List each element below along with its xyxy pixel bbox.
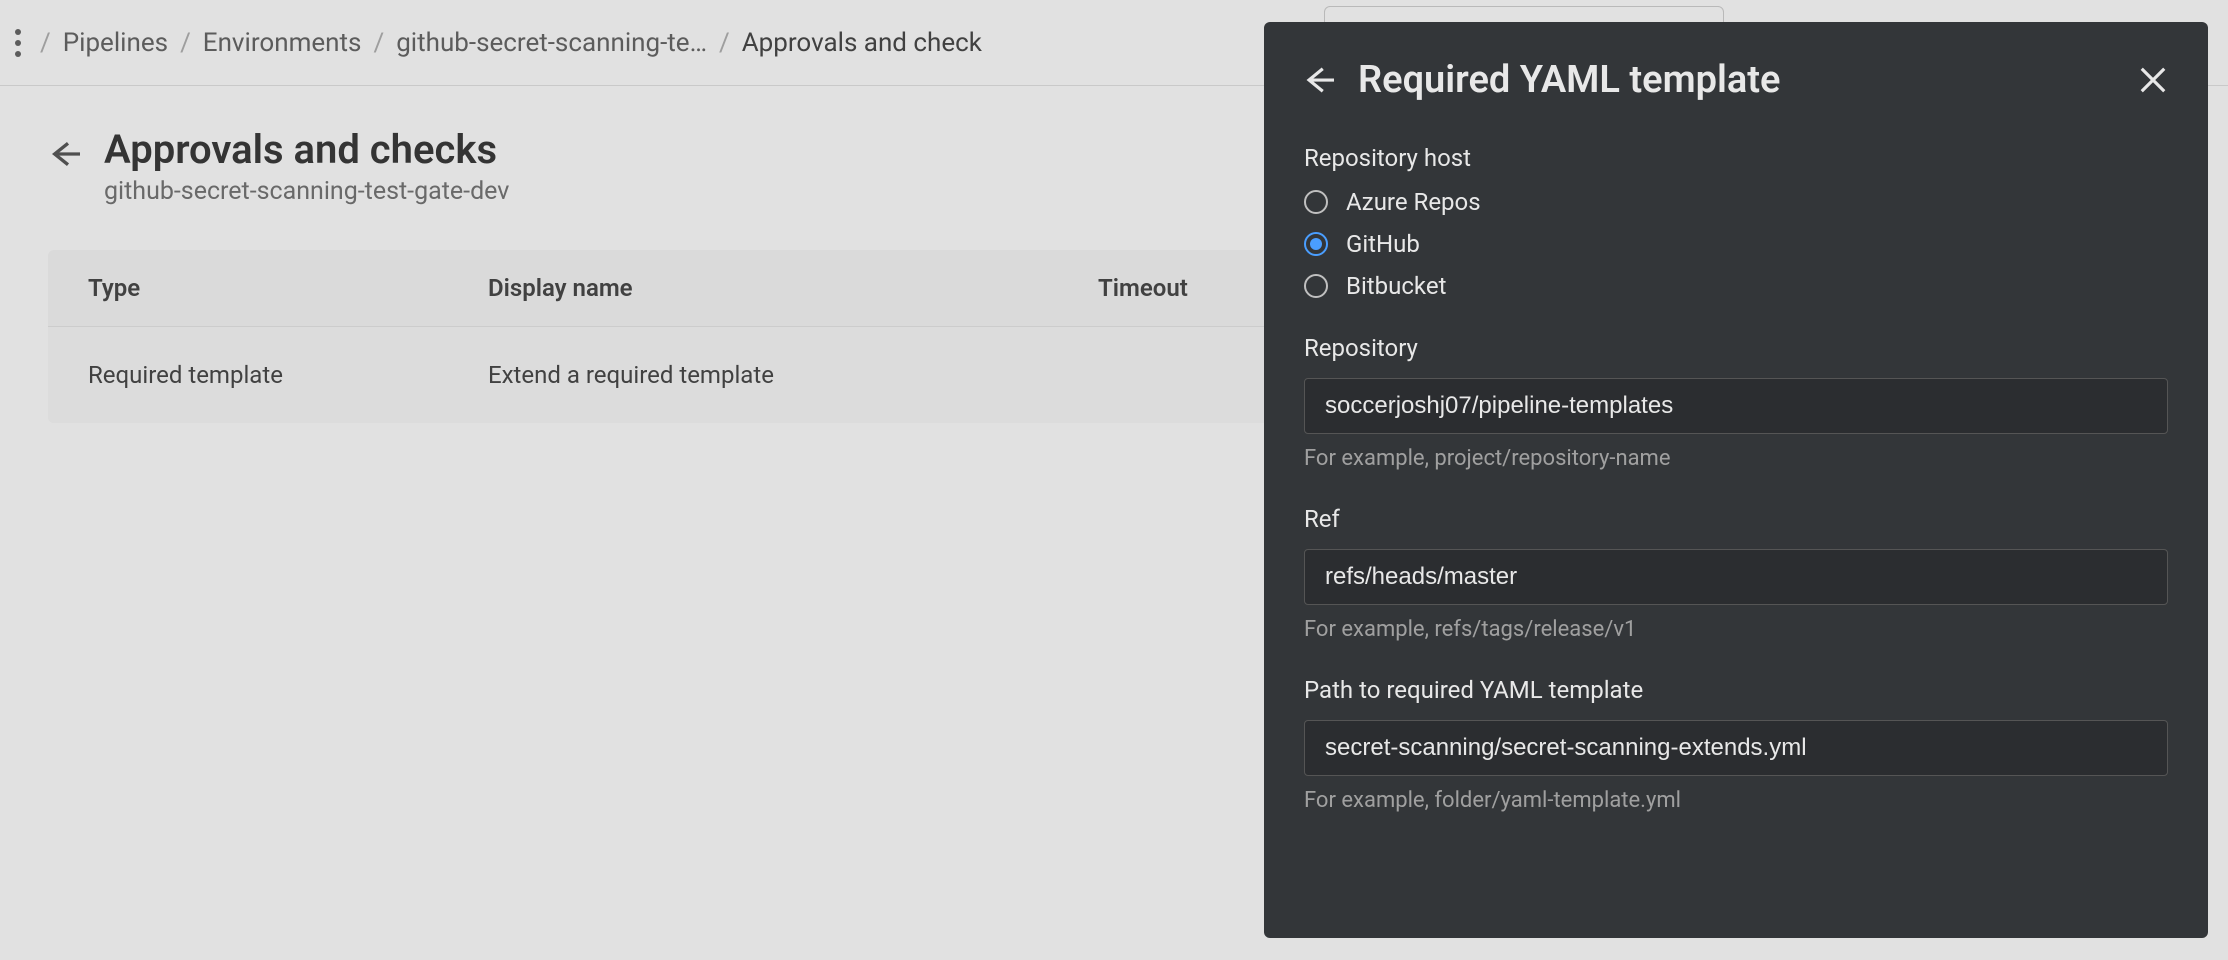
radio-bitbucket[interactable]: Bitbucket	[1304, 272, 2168, 300]
repository-host-label: Repository host	[1304, 144, 2168, 172]
table-header-timeout: Timeout	[1098, 274, 1188, 302]
breadcrumb-separator: /	[719, 28, 730, 58]
radio-circle-icon	[1304, 190, 1328, 214]
panel-header: Required YAML template	[1264, 22, 2208, 132]
radio-azure-repos[interactable]: Azure Repos	[1304, 188, 2168, 216]
back-arrow-icon[interactable]	[48, 138, 80, 170]
panel-back-icon[interactable]	[1304, 65, 1334, 95]
breadcrumb-environments[interactable]: Environments	[203, 28, 362, 58]
ref-label: Ref	[1304, 505, 2168, 533]
breadcrumb-environment-name[interactable]: github-secret-scanning-te…	[396, 28, 707, 58]
close-icon[interactable]	[2138, 65, 2168, 95]
repository-helper: For example, project/repository-name	[1304, 446, 2168, 471]
radio-github[interactable]: GitHub	[1304, 230, 2168, 258]
kebab-menu-icon[interactable]	[8, 23, 28, 63]
radio-circle-icon	[1304, 274, 1328, 298]
ref-helper: For example, refs/tags/release/v1	[1304, 617, 2168, 642]
path-label: Path to required YAML template	[1304, 676, 2168, 704]
ref-input[interactable]	[1304, 549, 2168, 605]
breadcrumb-pipelines[interactable]: Pipelines	[63, 28, 168, 58]
path-helper: For example, folder/yaml-template.yml	[1304, 788, 2168, 813]
page-title: Approvals and checks	[104, 126, 509, 173]
table-cell-display: Extend a required template	[488, 361, 1098, 389]
breadcrumb-separator: /	[373, 28, 384, 58]
breadcrumb-separator: /	[40, 28, 51, 58]
repository-input[interactable]	[1304, 378, 2168, 434]
radio-label: Bitbucket	[1346, 272, 1446, 300]
yaml-template-panel: Required YAML template Repository host A…	[1264, 22, 2208, 938]
panel-title: Required YAML template	[1358, 58, 2114, 102]
radio-label: GitHub	[1346, 230, 1420, 258]
panel-body: Repository host Azure Repos GitHub Bitbu…	[1264, 132, 2208, 859]
breadcrumb-separator: /	[180, 28, 191, 58]
page-subtitle: github-secret-scanning-test-gate-dev	[104, 177, 509, 206]
repository-host-radio-group: Azure Repos GitHub Bitbucket	[1304, 188, 2168, 300]
table-header-display: Display name	[488, 274, 1098, 302]
breadcrumb-current: Approvals and check	[742, 28, 982, 58]
radio-circle-icon	[1304, 232, 1328, 256]
path-input[interactable]	[1304, 720, 2168, 776]
repository-label: Repository	[1304, 334, 2168, 362]
table-header-type: Type	[88, 274, 488, 302]
table-cell-type: Required template	[88, 361, 488, 389]
radio-label: Azure Repos	[1346, 188, 1481, 216]
page-title-group: Approvals and checks github-secret-scann…	[104, 126, 509, 206]
